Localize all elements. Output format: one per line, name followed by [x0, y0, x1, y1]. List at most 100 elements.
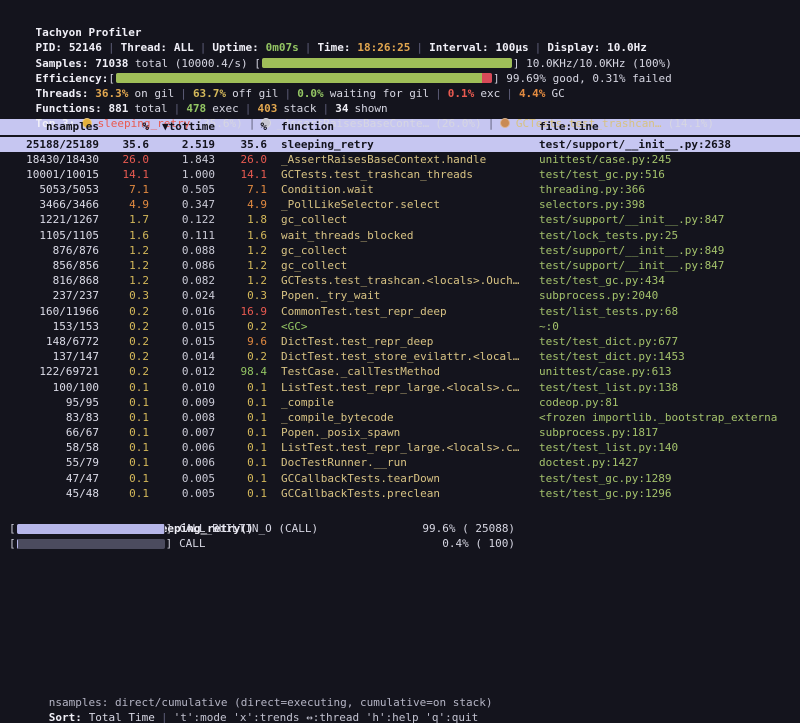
cell-function: _compile_bytecode — [281, 410, 539, 425]
table-row[interactable]: 148/6772 0.2 0.015 9.6 DictTest.test_rep… — [0, 334, 800, 349]
cell-function: DictTest.test_store_evilattr.<local… — [281, 349, 539, 364]
opcode-percentage: 0.4% ( 100) — [415, 536, 515, 551]
stat-value: 4.4% — [519, 87, 546, 100]
table-row[interactable]: 160/11966 0.2 0.016 16.9 CommonTest.test… — [0, 304, 800, 319]
separator: | — [174, 102, 181, 115]
functions-items: 881total|478exec|403stack|34shown — [109, 102, 388, 115]
table-row[interactable]: 876/876 1.2 0.088 1.2 gc_collect test/su… — [0, 243, 800, 258]
table-row[interactable]: 3466/3466 4.9 0.347 4.9 _PollLikeSelecto… — [0, 197, 800, 212]
title-row: Tachyon Profiler — [0, 10, 800, 25]
table-row[interactable]: 122/69721 0.2 0.012 98.4 TestCase._callT… — [0, 364, 800, 379]
cell-direct-percent: 0.1 — [99, 486, 149, 501]
cell-nsamples: 5053/5053 — [9, 182, 99, 197]
cell-cumulative-percent: 0.3 — [215, 288, 267, 303]
time-label: Time: — [317, 41, 350, 54]
cell-cumulative-percent: 16.9 — [215, 304, 267, 319]
cell-nsamples: 83/83 — [9, 410, 99, 425]
opcode-percentage: 99.6% ( 25088) — [415, 521, 515, 536]
display-value: 10.0Hz — [607, 41, 647, 54]
table-row[interactable]: 95/95 0.1 0.009 0.1 _compile codeop.py:8… — [0, 395, 800, 410]
cell-direct-percent: 1.7 — [99, 212, 149, 227]
table-row[interactable]: 10001/10015 14.1 1.000 14.1 GCTests.test… — [0, 167, 800, 182]
header-function[interactable]: function — [281, 119, 539, 134]
stat-value: 63.7% — [193, 87, 226, 100]
cell-nsamples: 1105/1105 — [9, 228, 99, 243]
functions-label: Functions: — [36, 102, 102, 115]
cell-function: DictTest.test_repr_deep — [281, 334, 539, 349]
cell-file-line: codeop.py:81 — [539, 395, 800, 410]
app-title: Tachyon Profiler — [36, 26, 142, 39]
table-row[interactable]: 5053/5053 7.1 0.505 7.1 Condition.wait t… — [0, 182, 800, 197]
table-row[interactable]: 45/48 0.1 0.005 0.1 GCCallbackTests.prec… — [0, 486, 800, 501]
pid-value: 52146 — [69, 41, 102, 54]
table-row[interactable]: 1105/1105 1.6 0.111 1.6 wait_threads_blo… — [0, 228, 800, 243]
stat-item: 4.4%GC — [519, 87, 565, 100]
cell-cumulative-percent: 1.2 — [215, 273, 267, 288]
opcode-name: CALL_BUILTIN_O (CALL) — [179, 521, 415, 536]
header-direct-percent[interactable]: % — [99, 119, 149, 134]
cell-nsamples: 95/95 — [9, 395, 99, 410]
thread-value[interactable]: ALL — [174, 41, 194, 54]
separator: | — [285, 87, 292, 100]
table-row[interactable]: 1221/1267 1.7 0.122 1.8 gc_collect test/… — [0, 212, 800, 227]
table-row[interactable]: 18430/18430 26.0 1.843 26.0 _AssertRaise… — [0, 152, 800, 167]
table-row[interactable]: 83/83 0.1 0.008 0.1 _compile_bytecode <f… — [0, 410, 800, 425]
cell-direct-percent: 0.2 — [99, 364, 149, 379]
cell-cumulative-percent: 7.1 — [215, 182, 267, 197]
cell-nsamples: 100/100 — [9, 380, 99, 395]
cell-file-line: subprocess.py:1817 — [539, 425, 800, 440]
table-row[interactable]: 153/153 0.2 0.015 0.2 <GC> ~:0 — [0, 319, 800, 334]
table-row[interactable]: 47/47 0.1 0.005 0.1 GCCallbackTests.tear… — [0, 471, 800, 486]
header-tottime-sorted[interactable]: ▼tottime — [149, 119, 215, 134]
stat-item: 34shown — [335, 102, 387, 115]
cell-tottime: 0.014 — [149, 349, 215, 364]
cell-function: GCCallbackTests.tearDown — [281, 471, 539, 486]
header-nsamples[interactable]: nsamples — [9, 119, 99, 134]
header-file-line[interactable]: file:line — [539, 119, 800, 134]
table-row[interactable]: 58/58 0.1 0.006 0.1 ListTest.test_repr_l… — [0, 440, 800, 455]
cell-direct-percent: 0.1 — [99, 410, 149, 425]
table-row[interactable]: 55/79 0.1 0.006 0.1 DocTestRunner.__run … — [0, 455, 800, 470]
stat-item: 0.1%exc — [448, 87, 500, 100]
table-row[interactable]: 237/237 0.3 0.024 0.3 Popen._try_wait su… — [0, 288, 800, 303]
cell-direct-percent: 0.1 — [99, 380, 149, 395]
cell-nsamples: 160/11966 — [9, 304, 99, 319]
efficiency-failed-fill — [482, 73, 492, 83]
cell-file-line: test/test_list.py:140 — [539, 440, 800, 455]
cell-nsamples: 137/147 — [9, 349, 99, 364]
bar-open-bracket: [ — [108, 72, 115, 85]
cell-file-line: test/list_tests.py:68 — [539, 304, 800, 319]
footer: nsamples: direct/cumulative (direct=exec… — [0, 680, 800, 710]
stat-text: stack — [283, 102, 316, 115]
efficiency-good-fill — [116, 73, 482, 83]
table-header[interactable]: nsamples % ▼tottime % function file:line — [0, 119, 800, 134]
cell-cumulative-percent: 4.9 — [215, 197, 267, 212]
table-row[interactable]: 66/67 0.1 0.007 0.1 Popen._posix_spawn s… — [0, 425, 800, 440]
cell-direct-percent: 0.2 — [99, 319, 149, 334]
cell-cumulative-percent: 0.1 — [215, 395, 267, 410]
table-row[interactable]: 100/100 0.1 0.010 0.1 ListTest.test_repr… — [0, 380, 800, 395]
stat-value: 0.0% — [297, 87, 324, 100]
cell-function: Condition.wait — [281, 182, 539, 197]
cell-tottime: 0.505 — [149, 182, 215, 197]
table-row[interactable]: 137/147 0.2 0.014 0.2 DictTest.test_stor… — [0, 349, 800, 364]
cell-tottime: 0.122 — [149, 212, 215, 227]
uptime-label: Uptime: — [212, 41, 258, 54]
cell-direct-percent: 1.2 — [99, 243, 149, 258]
cell-function: TestCase._callTestMethod — [281, 364, 539, 379]
opcodes-list: [ ] CALL_BUILTIN_O (CALL) 99.6% ( 25088)… — [0, 521, 800, 551]
stat-item: 0.0%waiting for gil — [297, 87, 429, 100]
table-row[interactable]: 25188/25189 35.6 2.519 35.6 sleeping_ret… — [0, 137, 800, 152]
display-label: Display: — [547, 41, 600, 54]
stat-text: total — [134, 102, 167, 115]
cell-direct-percent: 7.1 — [99, 182, 149, 197]
nsamples-hint: nsamples: direct/cumulative (direct=exec… — [49, 696, 493, 709]
table-row[interactable]: 856/856 1.2 0.086 1.2 gc_collect test/su… — [0, 258, 800, 273]
opcode-row: [ ] CALL 0.4% ( 100) — [0, 536, 800, 551]
stat-text: shown — [355, 102, 388, 115]
header-cumulative-percent[interactable]: % — [215, 119, 267, 134]
cell-tottime: 0.088 — [149, 243, 215, 258]
cell-direct-percent: 0.2 — [99, 334, 149, 349]
table-row[interactable]: 816/868 1.2 0.082 1.2 GCTests.test_trash… — [0, 273, 800, 288]
separator: | — [305, 41, 312, 54]
